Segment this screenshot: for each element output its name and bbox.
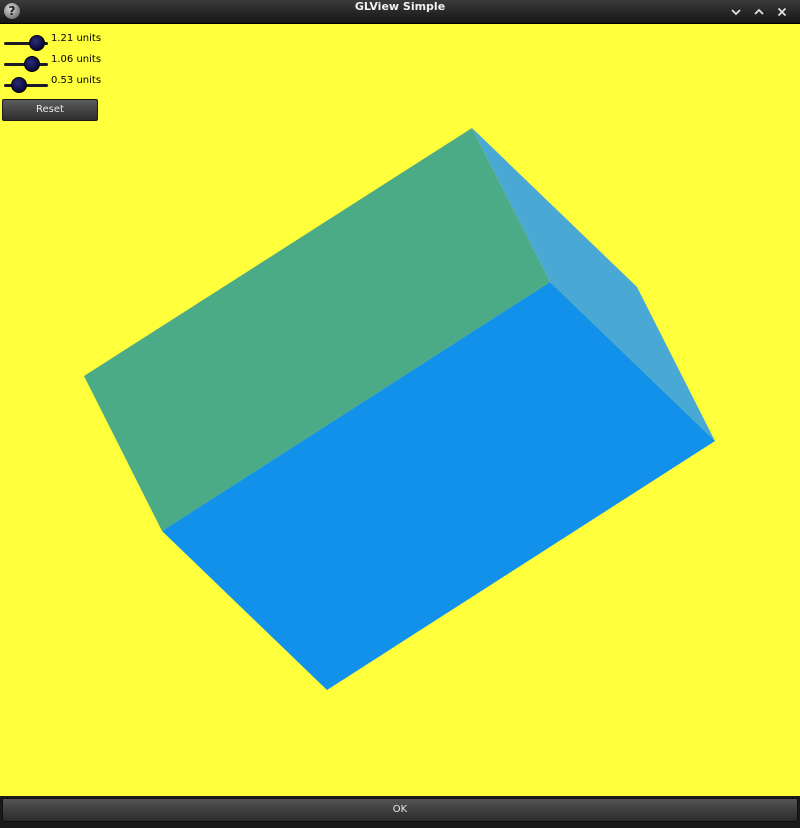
slider-knob[interactable] — [23, 56, 40, 72]
close-icon — [777, 7, 787, 16]
close-button[interactable] — [774, 4, 790, 19]
reset-button[interactable]: Reset — [2, 99, 98, 121]
slider-3[interactable]: 0.53 units — [2, 75, 122, 95]
cube-render — [84, 128, 715, 690]
minimize-button[interactable] — [728, 4, 744, 19]
slider-value-label: 0.53 units — [51, 75, 102, 86]
maximize-button[interactable] — [751, 4, 767, 19]
slider-value-label: 1.21 units — [51, 33, 102, 44]
slider-1[interactable]: 1.21 units — [2, 33, 122, 53]
slider-2[interactable]: 1.06 units — [2, 54, 122, 74]
window-title: GLView Simple — [354, 0, 446, 13]
slider-knob[interactable] — [29, 35, 45, 51]
ok-button[interactable]: OK — [2, 798, 798, 822]
slider-value-label: 1.06 units — [51, 54, 102, 65]
chevron-up-icon — [754, 8, 764, 15]
bottom-bar: OK — [0, 796, 800, 828]
slider-knob[interactable] — [11, 77, 28, 93]
title-bar: ? GLView Simple — [0, 0, 800, 24]
chevron-down-icon — [731, 8, 741, 15]
gl-viewport[interactable]: 1.21 units 1.06 units 0.53 units Reset — [0, 24, 800, 796]
